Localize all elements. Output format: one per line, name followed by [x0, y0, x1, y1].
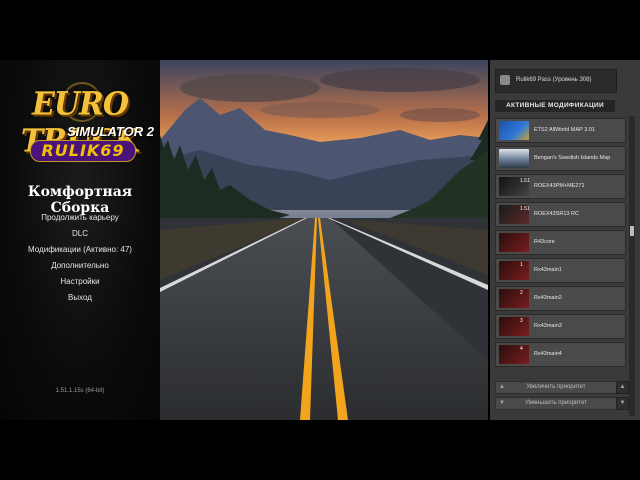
background-road-image — [160, 60, 488, 420]
mod-name: ETS2 AllWorld MAP 3.01 — [534, 127, 595, 133]
mod-version-badge: 1.51 — [520, 178, 530, 184]
menu-dlc[interactable]: DLC — [0, 229, 160, 238]
mod-item[interactable]: 1.51 ROEX43PM+ME271 — [495, 174, 626, 199]
mod-item[interactable]: 1 Rx43main1 — [495, 258, 626, 283]
mod-name: R43core — [534, 239, 555, 245]
mod-thumbnail — [499, 233, 529, 252]
chevron-up-icon: ▲ — [619, 384, 626, 390]
mod-version-badge: 2 — [520, 290, 523, 296]
logo-author-badge: RULIK69 — [30, 140, 136, 162]
mod-item[interactable]: ETS2 AllWorld MAP 3.01 — [495, 118, 626, 143]
chevron-down-icon: ▼ — [619, 400, 626, 406]
mod-thumbnail — [499, 289, 529, 308]
road-landscape-illustration — [160, 60, 488, 420]
mod-version-badge: 1 — [520, 262, 523, 268]
mod-name: Bengan's Swedish Islands Map — [534, 155, 611, 161]
mod-version-badge: 1.51 — [520, 206, 530, 212]
profile-icon — [500, 75, 510, 85]
mod-name: Rx43main1 — [534, 267, 562, 273]
scrollbar-thumb[interactable] — [630, 226, 634, 236]
lower-priority-label: Уменьшить приоритет — [525, 400, 587, 406]
mod-item[interactable]: 4 Rx43main4 — [495, 342, 626, 367]
menu-exit[interactable]: Выход — [0, 293, 160, 302]
raise-priority-button[interactable]: ▲ Увеличить приоритет — [495, 381, 617, 394]
main-menu-panel: EURO TRUCK SIMULATOR 2 RULIK69 Комфортна… — [0, 60, 160, 420]
mod-name: Rx43main4 — [534, 351, 562, 357]
mod-name: Rx43main3 — [534, 323, 562, 329]
raise-priority-label: Увеличить приоритет — [526, 384, 586, 390]
mod-version-badge: 3 — [520, 318, 523, 324]
mod-item[interactable]: R43core — [495, 230, 626, 255]
menu-modifications[interactable]: Модификации (Активно: 47) — [0, 245, 160, 254]
euro-truck-simulator-logo: EURO TRUCK SIMULATOR 2 RULIK69 — [10, 82, 154, 188]
menu-additional[interactable]: Дополнительно — [0, 261, 160, 270]
game-version: 1.51.1.15s (64-bit) — [55, 388, 105, 394]
mod-name: ROEX43SR13 RC — [534, 211, 579, 217]
menu-settings[interactable]: Настройки — [0, 277, 160, 286]
mod-list-scrollbar[interactable] — [629, 116, 635, 416]
mod-thumbnail — [499, 149, 529, 168]
mod-thumbnail — [499, 121, 529, 140]
mod-item[interactable]: Bengan's Swedish Islands Map — [495, 146, 626, 171]
chevron-up-icon: ▲ — [499, 384, 505, 390]
mod-thumbnail — [499, 261, 529, 280]
mod-thumbnail — [499, 317, 529, 336]
logo-subtitle: SIMULATOR 2 — [67, 124, 154, 139]
mod-item[interactable]: 2 Rx43main2 — [495, 286, 626, 311]
menu-continue-career[interactable]: Продолжить карьеру — [0, 213, 160, 222]
mod-name: ROEX43PM+ME271 — [534, 183, 585, 189]
profile-label: Rulik69 Pass (Уровень 308) — [516, 77, 592, 83]
chevron-down-icon: ▼ — [499, 400, 505, 406]
build-title: Комфортная Сборка — [27, 184, 133, 216]
profile-pass[interactable]: Rulik69 Pass (Уровень 308) — [495, 69, 617, 93]
mod-name: Rx43main2 — [534, 295, 562, 301]
mod-item[interactable]: 1.51 ROEX43SR13 RC — [495, 202, 626, 227]
move-to-bottom-button[interactable]: ▼ — [616, 397, 629, 410]
active-mods-header: АКТИВНЫЕ МОДИФИКАЦИИ — [495, 100, 615, 112]
mod-version-badge: 4 — [520, 346, 523, 352]
mod-manager-panel: Rulik69 Pass (Уровень 308) АКТИВНЫЕ МОДИ… — [490, 60, 640, 420]
mod-thumbnail — [499, 345, 529, 364]
lower-priority-button[interactable]: ▼ Уменьшить приоритет — [495, 397, 617, 410]
move-to-top-button[interactable]: ▲ — [616, 381, 629, 394]
mod-item[interactable]: 3 Rx43main3 — [495, 314, 626, 339]
